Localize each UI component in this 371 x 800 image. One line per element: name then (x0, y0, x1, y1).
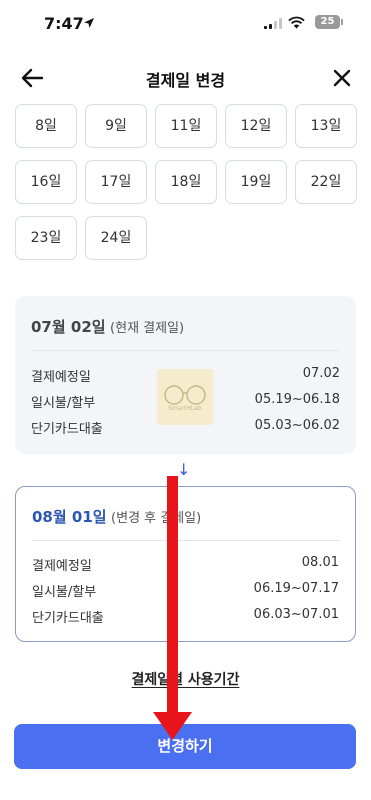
day-option[interactable]: 23일 (15, 216, 77, 260)
day-option[interactable]: 13일 (295, 104, 357, 148)
info-label: 일시불/할부 (31, 396, 96, 411)
new-payment-heading: 08월 01일 (변경 후 결제일) (32, 506, 201, 527)
current-payment-heading: 07월 02일 (현재 결제일) (31, 316, 184, 337)
day-option[interactable]: 18일 (155, 160, 217, 204)
info-value: 07.02 (302, 366, 340, 381)
close-icon[interactable] (331, 67, 353, 89)
info-row: 결제예정일 08.01 (32, 555, 339, 575)
day-option[interactable]: 16일 (15, 160, 77, 204)
location-icon (84, 18, 94, 28)
day-option[interactable]: 22일 (295, 160, 357, 204)
change-button[interactable]: 변경하기 (14, 724, 356, 769)
info-value: 05.19~06.18 (254, 392, 340, 407)
info-label: 단기카드대출 (31, 422, 103, 437)
usage-period-link[interactable]: 결제일별 사용기간 (0, 669, 371, 689)
day-option[interactable]: 12일 (225, 104, 287, 148)
divider (31, 350, 340, 351)
page-header: 결제일 변경 (0, 58, 371, 98)
day-option[interactable]: 9일 (85, 104, 147, 148)
info-label: 결제예정일 (31, 370, 91, 385)
battery-icon: 25 (315, 15, 343, 29)
info-value: 06.03~07.01 (253, 607, 339, 622)
watermark-logo: SmartHLab (157, 369, 213, 425)
day-option[interactable]: 19일 (225, 160, 287, 204)
glasses-icon (164, 385, 206, 405)
info-value: 06.19~07.17 (253, 581, 339, 596)
watermark-text: SmartHLab (168, 405, 202, 412)
info-value: 08.01 (301, 555, 339, 570)
down-arrow-icon: ↓ (177, 460, 191, 479)
info-label: 단기카드대출 (32, 611, 104, 626)
day-option[interactable]: 17일 (85, 160, 147, 204)
status-time: 7:47 (44, 14, 84, 33)
status-bar: 7:47 25 (0, 0, 371, 46)
current-payment-date: 07월 02일 (31, 318, 106, 336)
cellular-signal-icon (264, 18, 282, 29)
current-payment-note: (현재 결제일) (110, 321, 185, 336)
divider (32, 540, 339, 541)
day-option[interactable]: 8일 (15, 104, 77, 148)
page-title: 결제일 변경 (145, 71, 226, 90)
info-value: 05.03~06.02 (254, 418, 340, 433)
info-row: 일시불/할부 06.19~07.17 (32, 581, 339, 601)
day-option[interactable]: 11일 (155, 104, 217, 148)
wifi-icon (288, 16, 305, 29)
info-row: 단기카드대출 06.03~07.01 (32, 607, 339, 627)
new-payment-note: (변경 후 결제일) (111, 511, 202, 526)
info-label: 결제예정일 (32, 559, 92, 574)
info-label: 일시불/할부 (32, 585, 97, 600)
new-payment-date: 08월 01일 (32, 508, 107, 526)
new-payment-card: 08월 01일 (변경 후 결제일) 결제예정일 08.01 일시불/할부 06… (15, 486, 356, 642)
day-option[interactable]: 24일 (85, 216, 147, 260)
usage-period-link-text[interactable]: 결제일별 사용기간 (132, 672, 240, 688)
